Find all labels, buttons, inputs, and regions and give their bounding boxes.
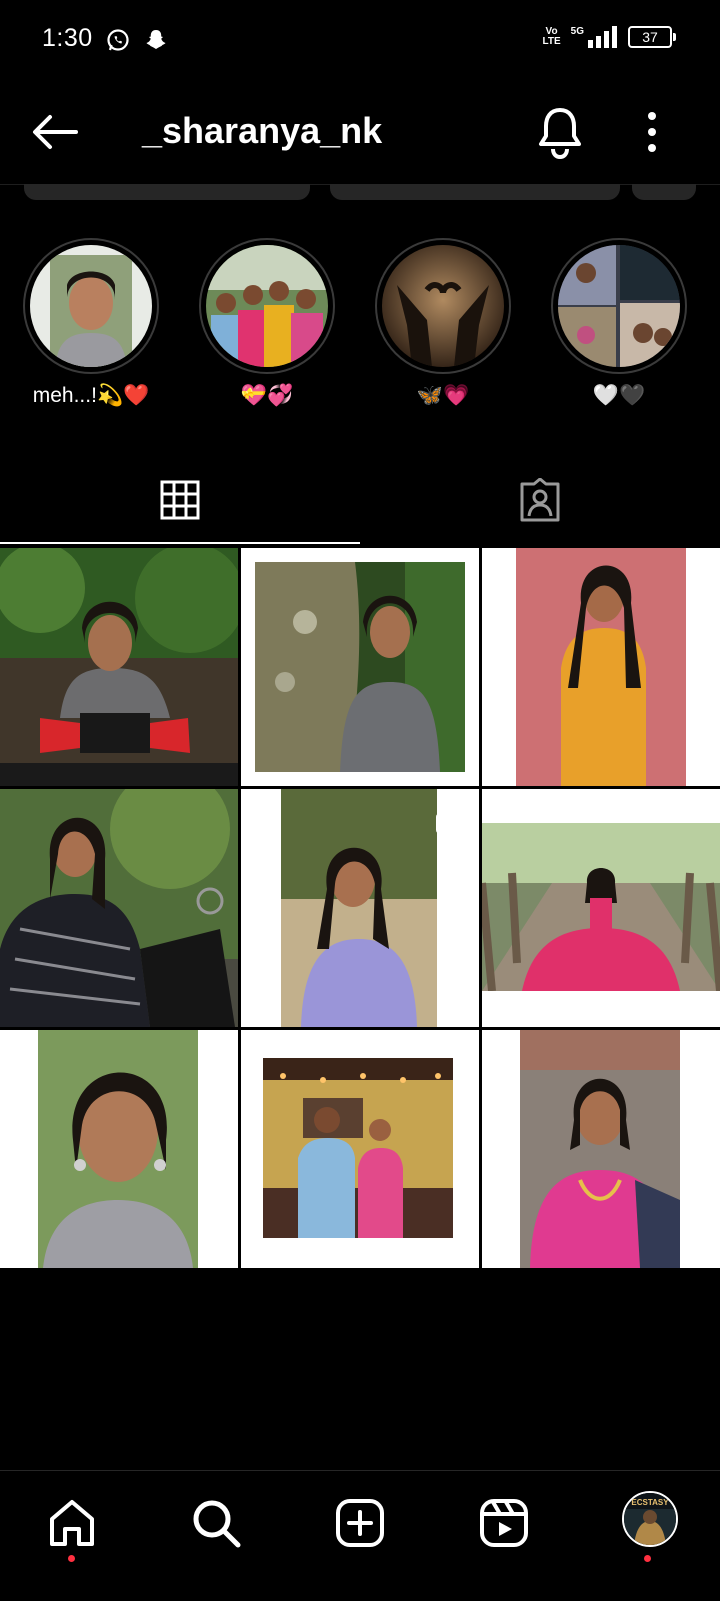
highlight-ring: [375, 238, 511, 374]
highlight-ring: [199, 238, 335, 374]
story-highlights: meh...!💫❤️ 💝💞 🦋💗 🤍🖤: [0, 238, 720, 418]
highlight-item[interactable]: meh...!💫❤️: [16, 238, 166, 408]
notification-icons: [106, 28, 168, 52]
highlight-cover: [382, 245, 504, 367]
suggest-button-edge[interactable]: [632, 184, 696, 200]
post-thumbnail[interactable]: [241, 1030, 479, 1268]
nav-create[interactable]: [332, 1495, 388, 1551]
volte-indicator: Vo LTE: [543, 27, 561, 47]
home-icon: [50, 1500, 94, 1546]
status-time: 1:30: [42, 24, 93, 52]
nav-search[interactable]: [188, 1495, 244, 1551]
network-type: 5G: [570, 26, 584, 37]
highlight-item[interactable]: 💝💞: [192, 238, 342, 408]
signal-indicator: 5G: [571, 26, 618, 48]
tab-tagged[interactable]: [360, 456, 720, 544]
nav-profile-avatar[interactable]: ECSTASY: [622, 1491, 678, 1547]
follow-button-edge[interactable]: [24, 184, 310, 200]
tagged-user-icon: [520, 478, 560, 522]
signal-bars-icon: [588, 26, 617, 48]
back-button[interactable]: [28, 108, 80, 156]
nav-reels[interactable]: [476, 1495, 532, 1551]
highlight-ring: [551, 238, 687, 374]
highlight-ring: [23, 238, 159, 374]
post-thumbnail[interactable]: [241, 789, 479, 1027]
highlight-label: 🤍🖤: [592, 384, 646, 407]
active-tab-indicator: [0, 542, 360, 544]
carousel-icon: [436, 809, 461, 834]
highlight-cover: [30, 245, 152, 367]
grid-icon: [160, 480, 200, 520]
message-button-edge[interactable]: [330, 184, 620, 200]
highlight-label: 🦋💗: [416, 384, 470, 407]
profile-tabs: [0, 456, 720, 544]
posts-grid: [0, 548, 720, 1268]
post-thumbnail[interactable]: [482, 1030, 720, 1268]
volte-bottom-text: LTE: [542, 36, 561, 47]
search-icon: [193, 1500, 241, 1548]
battery-indicator: 37: [628, 26, 676, 48]
snapchat-icon: [146, 30, 166, 49]
highlight-item[interactable]: 🦋💗: [368, 238, 518, 408]
status-bar: 1:30 Vo LTE 5G 37: [0, 0, 720, 84]
post-thumbnail[interactable]: [482, 789, 720, 1027]
avatar-text: ECSTASY: [631, 1498, 669, 1507]
home-notification-dot: [68, 1555, 75, 1562]
nav-home[interactable]: [44, 1495, 100, 1562]
create-icon: [336, 1499, 384, 1547]
whatsapp-icon: [107, 29, 129, 51]
highlight-item[interactable]: 🤍🖤: [544, 238, 694, 408]
post-thumbnail[interactable]: [482, 548, 720, 786]
more-vertical-icon: [648, 112, 656, 152]
highlight-cover: [206, 245, 328, 367]
highlight-label: meh...!💫❤️: [32, 384, 150, 407]
tab-posts[interactable]: [0, 456, 360, 544]
highlight-cover: [558, 245, 680, 367]
post-thumbnail[interactable]: [0, 789, 238, 1027]
bottom-navigation: ECSTASY: [0, 1470, 720, 1601]
more-options-button[interactable]: [640, 106, 664, 158]
back-arrow-icon: [33, 115, 78, 149]
highlight-label: 💝💞: [240, 384, 294, 407]
profile-header: _sharanya_nk: [0, 84, 720, 180]
reels-icon: [480, 1499, 528, 1547]
notifications-button[interactable]: [536, 104, 584, 160]
bell-icon: [539, 108, 581, 160]
post-thumbnail[interactable]: [241, 548, 479, 786]
profile-username: _sharanya_nk: [142, 110, 383, 151]
post-thumbnail[interactable]: [0, 1030, 238, 1268]
profile-notification-dot: [644, 1555, 651, 1562]
system-indicators: Vo LTE 5G 37: [543, 26, 676, 48]
post-thumbnail[interactable]: [0, 548, 238, 786]
